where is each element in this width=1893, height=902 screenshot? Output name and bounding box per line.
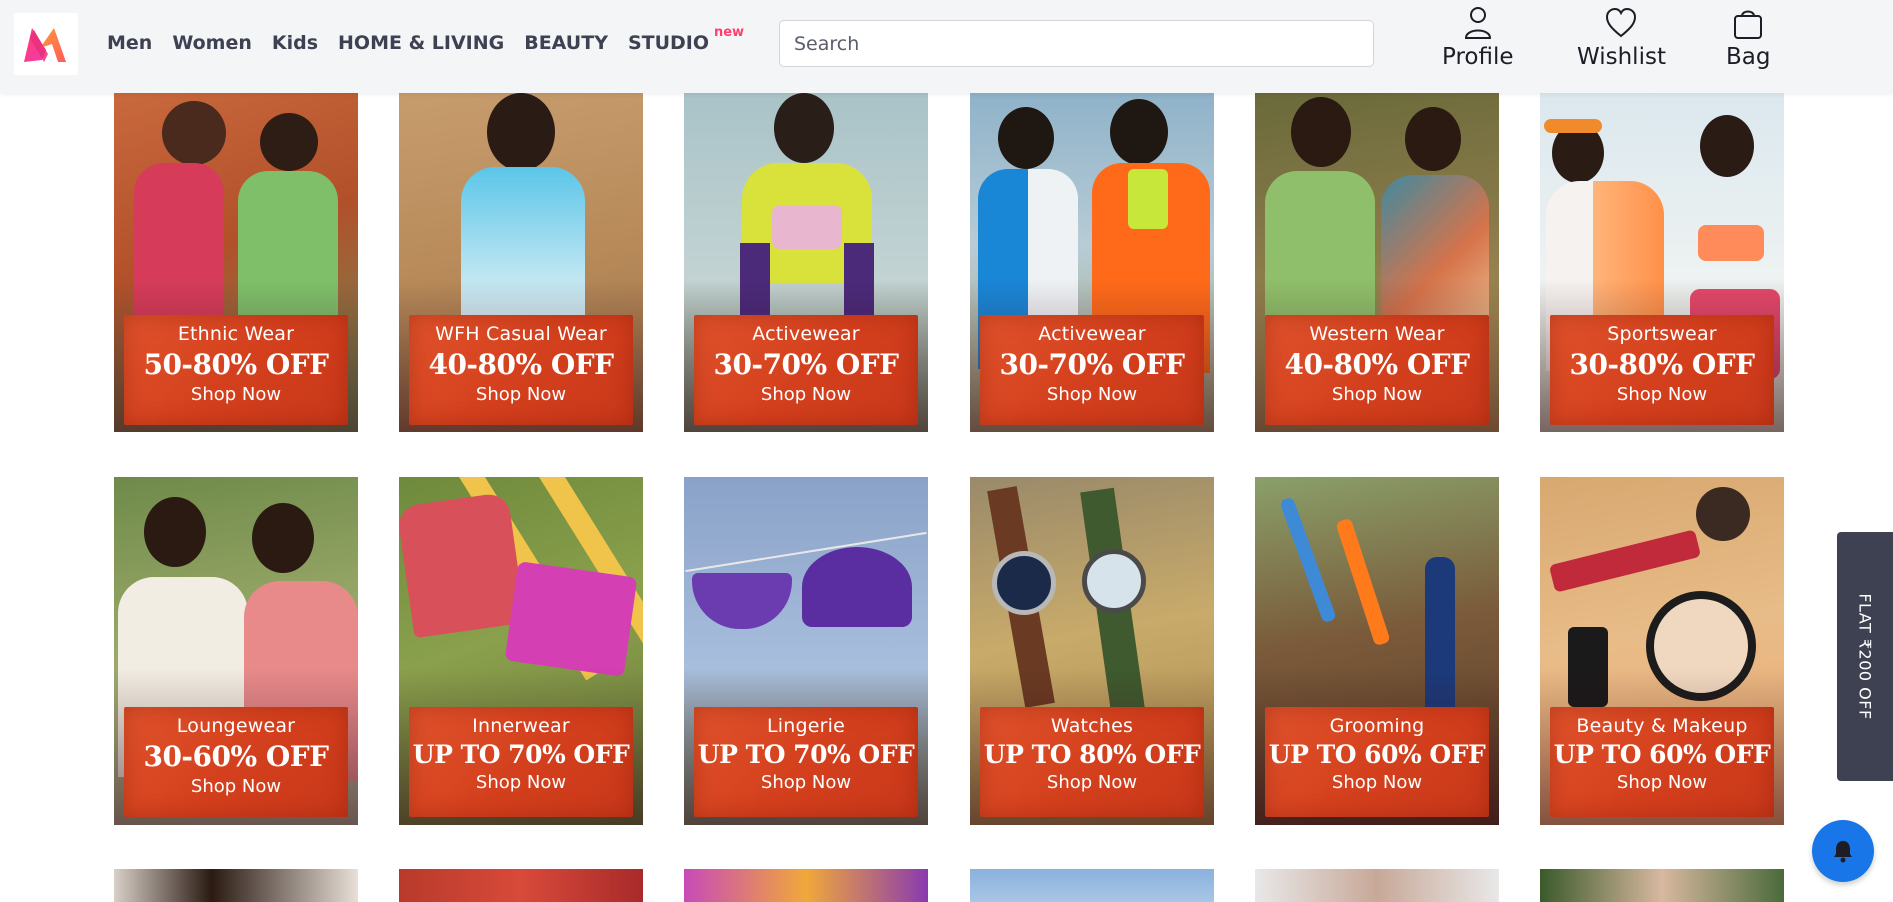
banner-wfh-casual-wear[interactable]: WFH Casual Wear 40-80% OFF Shop Now — [399, 93, 643, 432]
banner-lingerie[interactable]: Lingerie UP TO 70% OFF Shop Now — [684, 477, 928, 825]
promo-panel: Loungewear 30-60% OFF Shop Now — [124, 707, 348, 817]
banner-row3-3[interactable] — [684, 869, 928, 902]
search-input[interactable] — [779, 20, 1374, 67]
promo-panel: Grooming UP TO 60% OFF Shop Now — [1265, 707, 1489, 817]
promo-panel: Innerwear UP TO 70% OFF Shop Now — [409, 707, 633, 817]
banner-activewear-women[interactable]: Activewear 30-70% OFF Shop Now — [684, 93, 928, 432]
shop-now-link[interactable]: Shop Now — [1265, 384, 1489, 405]
banner-watches[interactable]: Watches UP TO 80% OFF Shop Now — [970, 477, 1214, 825]
flat-offer-tab[interactable]: FLAT ₹200 OFF — [1837, 532, 1893, 781]
top-header: Men Women Kids HOME & LIVING BEAUTY STUD… — [0, 0, 1893, 93]
profile-button[interactable]: Profile — [1442, 6, 1514, 70]
new-badge: new — [713, 25, 745, 40]
person-icon — [1464, 7, 1491, 39]
banner-row3-5[interactable] — [1255, 869, 1499, 902]
promo-offer: 30-80% OFF — [1569, 348, 1755, 381]
banner-sportswear[interactable]: Sportswear 30-80% OFF Shop Now — [1540, 93, 1784, 432]
banner-row3-1[interactable] — [114, 869, 358, 902]
promo-offer: 40-80% OFF — [1284, 348, 1470, 381]
banner-grooming[interactable]: Grooming UP TO 60% OFF Shop Now — [1255, 477, 1499, 825]
promo-panel: Activewear 30-70% OFF Shop Now — [694, 315, 918, 425]
nav-kids[interactable]: Kids — [272, 32, 318, 54]
promo-panel: Watches UP TO 80% OFF Shop Now — [980, 707, 1204, 817]
shop-now-link[interactable]: Shop Now — [694, 384, 918, 405]
promo-category: Grooming — [1329, 715, 1425, 737]
myntra-logo-icon — [24, 28, 66, 62]
promo-offer: UP TO 80% OFF — [983, 740, 1201, 769]
banner-row3-2[interactable] — [399, 869, 643, 902]
banner-innerwear[interactable]: Innerwear UP TO 70% OFF Shop Now — [399, 477, 643, 825]
nav-women[interactable]: Women — [172, 32, 252, 54]
shop-now-link[interactable]: Shop Now — [1550, 384, 1774, 405]
promo-offer: 30-70% OFF — [999, 348, 1185, 381]
nav-men[interactable]: Men — [107, 32, 152, 54]
promo-category: Lingerie — [766, 715, 846, 737]
promo-category: Activewear — [752, 323, 860, 345]
promo-panel: Ethnic Wear 50-80% OFF Shop Now — [124, 315, 348, 425]
promo-panel: Beauty & Makeup UP TO 60% OFF Shop Now — [1550, 707, 1774, 817]
promo-category: Innerwear — [472, 715, 570, 737]
nav-studio-label: STUDIO — [627, 32, 710, 54]
promo-category: Ethnic Wear — [177, 323, 295, 345]
shop-now-link[interactable]: Shop Now — [409, 384, 633, 405]
promo-panel: Lingerie UP TO 70% OFF Shop Now — [694, 707, 918, 817]
shop-now-link[interactable]: Shop Now — [124, 776, 348, 797]
banner-western-wear[interactable]: Western Wear 40-80% OFF Shop Now — [1255, 93, 1499, 432]
promo-offer: 40-80% OFF — [428, 348, 614, 381]
wishlist-label: Wishlist — [1577, 44, 1666, 70]
promo-offer: 30-60% OFF — [143, 740, 329, 773]
promo-panel: WFH Casual Wear 40-80% OFF Shop Now — [409, 315, 633, 425]
shop-now-link[interactable]: Shop Now — [980, 384, 1204, 405]
promo-category: Western Wear — [1309, 323, 1445, 345]
bell-icon — [1834, 841, 1852, 863]
nav-home-living[interactable]: HOME & LIVING — [338, 32, 504, 54]
banner-activewear-men[interactable]: Activewear 30-70% OFF Shop Now — [970, 93, 1214, 432]
notification-button[interactable] — [1812, 820, 1874, 882]
profile-label: Profile — [1442, 44, 1514, 70]
flat-offer-label: FLAT ₹200 OFF — [1855, 593, 1875, 720]
promo-offer: 30-70% OFF — [713, 348, 899, 381]
banner-beauty-makeup[interactable]: Beauty & Makeup UP TO 60% OFF Shop Now — [1540, 477, 1784, 825]
main-nav: Men Women Kids HOME & LIVING BEAUTY STUD… — [107, 25, 744, 54]
shop-now-link[interactable]: Shop Now — [980, 772, 1204, 793]
banner-ethnic-wear[interactable]: Ethnic Wear 50-80% OFF Shop Now — [114, 93, 358, 432]
shop-now-link[interactable]: Shop Now — [1550, 772, 1774, 793]
wishlist-button[interactable]: Wishlist — [1577, 6, 1666, 70]
banner-row3-6[interactable] — [1540, 869, 1784, 902]
promo-category: Watches — [1050, 715, 1134, 737]
banner-loungewear[interactable]: Loungewear 30-60% OFF Shop Now — [114, 477, 358, 825]
heart-icon — [1606, 7, 1637, 38]
promo-category: WFH Casual Wear — [435, 323, 607, 345]
promo-offer: UP TO 60% OFF — [1268, 740, 1486, 769]
promo-panel: Western Wear 40-80% OFF Shop Now — [1265, 315, 1489, 425]
promo-panel: Sportswear 30-80% OFF Shop Now — [1550, 315, 1774, 425]
promo-offer: UP TO 70% OFF — [697, 740, 915, 769]
nav-studio[interactable]: STUDIO new — [627, 25, 744, 54]
shop-now-link[interactable]: Shop Now — [124, 384, 348, 405]
bag-button[interactable]: Bag — [1726, 6, 1770, 70]
shop-now-link[interactable]: Shop Now — [409, 772, 633, 793]
promo-offer: 50-80% OFF — [143, 348, 329, 381]
promo-panel: Activewear 30-70% OFF Shop Now — [980, 315, 1204, 425]
promo-category: Beauty & Makeup — [1576, 715, 1748, 737]
promo-category: Activewear — [1038, 323, 1146, 345]
nav-beauty[interactable]: BEAUTY — [524, 32, 608, 54]
shop-now-link[interactable]: Shop Now — [694, 772, 918, 793]
promo-category: Sportswear — [1607, 323, 1717, 345]
shopping-bag-icon — [1734, 10, 1763, 39]
banner-row3-4[interactable] — [970, 869, 1214, 902]
myntra-logo[interactable] — [14, 13, 78, 75]
promo-category: Loungewear — [176, 715, 296, 737]
promo-offer: UP TO 70% OFF — [412, 740, 630, 769]
bag-label: Bag — [1726, 44, 1771, 70]
shop-now-link[interactable]: Shop Now — [1265, 772, 1489, 793]
promo-offer: UP TO 60% OFF — [1553, 740, 1771, 769]
